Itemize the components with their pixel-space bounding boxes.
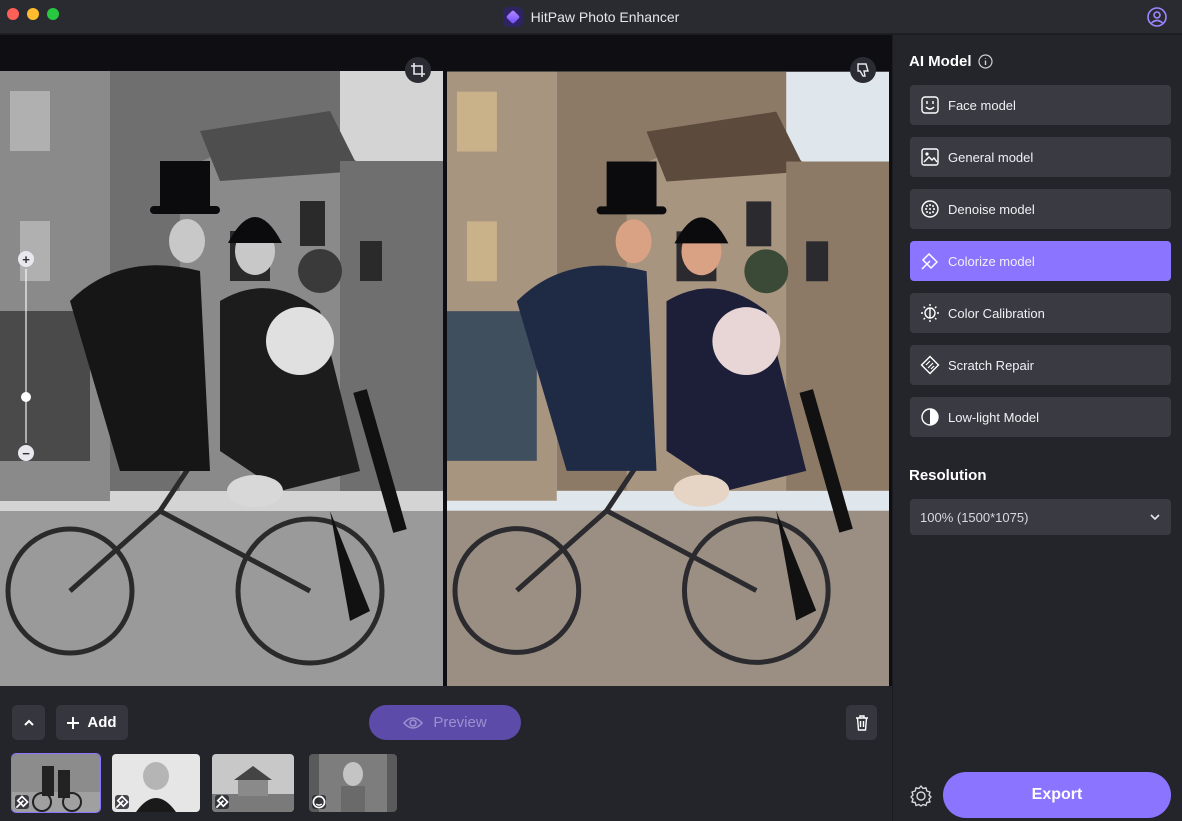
- resolution-value: 100% (1500*1075): [920, 509, 1029, 525]
- lowlight-icon: [920, 407, 940, 427]
- add-button-label: Add: [87, 714, 117, 731]
- crop-button[interactable]: [405, 57, 431, 83]
- chevron-up-icon: [23, 719, 34, 726]
- resolution-title: Resolution: [909, 467, 987, 484]
- settings-sidebar: AI Model Face model General model Denois…: [892, 35, 1182, 821]
- model-label: Face model: [948, 97, 1016, 113]
- model-face[interactable]: Face model: [910, 85, 1171, 125]
- thumbnail[interactable]: [212, 754, 294, 812]
- export-button-label: Export: [1031, 786, 1083, 803]
- zoom-track[interactable]: [25, 269, 27, 443]
- model-denoise[interactable]: Denoise model: [910, 189, 1171, 229]
- export-button[interactable]: Export: [943, 772, 1171, 818]
- model-general[interactable]: General model: [910, 137, 1171, 177]
- crop-icon: [411, 63, 425, 77]
- model-colorize[interactable]: Colorize model: [910, 241, 1171, 281]
- window-title: HitPaw Photo Enhancer: [530, 9, 680, 25]
- ai-model-heading: AI Model: [909, 53, 993, 70]
- enhanced-image[interactable]: [447, 71, 889, 705]
- colorize-icon: [115, 795, 129, 809]
- thumbnail[interactable]: [309, 754, 397, 812]
- denoise-icon: [920, 199, 940, 219]
- colorize-icon: [215, 795, 229, 809]
- model-label: Denoise model: [948, 201, 1035, 217]
- model-low-light[interactable]: Low-light Model: [910, 397, 1171, 437]
- preview-button[interactable]: Preview: [369, 705, 521, 740]
- thumbnail[interactable]: [112, 754, 200, 812]
- bottom-bar: Add Preview: [0, 686, 892, 821]
- preview-button-label: Preview: [433, 714, 487, 731]
- eye-icon: [403, 716, 424, 729]
- app-logo: [502, 7, 523, 27]
- title-bar: HitPaw Photo Enhancer: [0, 0, 1182, 34]
- trash-icon: [855, 714, 868, 731]
- model-label: General model: [948, 149, 1034, 165]
- face-icon: [312, 795, 326, 809]
- enhanced-photo: [447, 71, 889, 705]
- model-label: Scratch Repair: [948, 357, 1034, 373]
- dislike-icon: [857, 63, 869, 77]
- original-photo: [0, 71, 443, 705]
- calibration-icon: [920, 303, 940, 323]
- colorize-icon: [920, 251, 940, 271]
- ai-model-title: AI Model: [909, 53, 972, 70]
- resolution-select[interactable]: 100% (1500*1075): [910, 499, 1171, 535]
- model-label: Low-light Model: [948, 409, 1040, 425]
- model-label: Colorize model: [948, 253, 1035, 269]
- scratch-icon: [920, 355, 940, 375]
- user-icon[interactable]: [1146, 6, 1168, 28]
- plus-icon: [67, 716, 80, 729]
- thumbnail[interactable]: [11, 753, 101, 813]
- feedback-button[interactable]: [850, 57, 876, 83]
- chevron-down-icon: [1150, 514, 1160, 521]
- model-color-calibration[interactable]: Color Calibration: [910, 293, 1171, 333]
- collapse-thumbnails-button[interactable]: [12, 705, 45, 740]
- image-icon: [920, 147, 940, 167]
- window-title-group: HitPaw Photo Enhancer: [0, 0, 1182, 34]
- model-label: Color Calibration: [948, 305, 1045, 321]
- face-icon: [920, 95, 940, 115]
- colorize-icon: [15, 795, 29, 809]
- image-stage: + −: [0, 35, 892, 705]
- delete-button[interactable]: [846, 705, 877, 740]
- zoom-slider[interactable]: + −: [18, 251, 34, 461]
- gear-icon[interactable]: [909, 784, 933, 808]
- zoom-out-icon[interactable]: −: [18, 445, 34, 461]
- add-button[interactable]: Add: [56, 705, 128, 740]
- zoom-in-icon[interactable]: +: [18, 251, 34, 267]
- original-image[interactable]: [0, 71, 443, 705]
- info-icon[interactable]: [977, 54, 993, 69]
- model-scratch-repair[interactable]: Scratch Repair: [910, 345, 1171, 385]
- resolution-heading: Resolution: [909, 467, 987, 484]
- zoom-handle[interactable]: [21, 392, 31, 402]
